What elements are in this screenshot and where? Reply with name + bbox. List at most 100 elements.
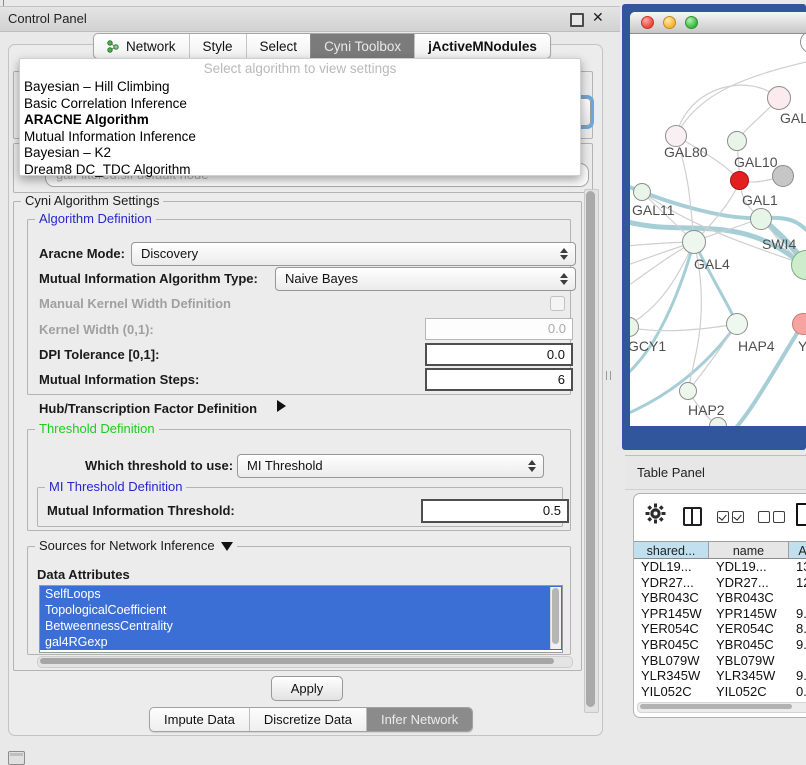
mi-steps-label: Mutual Information Steps: (39, 372, 199, 387)
document-icon[interactable] (796, 503, 806, 526)
columns-icon[interactable] (683, 507, 702, 526)
dropdown-prompt: Select algorithm to view settings (20, 61, 580, 76)
data-attributes-list: SelfLoops TopologicalCoefficient Between… (39, 585, 563, 653)
kernel-width-field: 0.0 (425, 318, 573, 340)
mi-algorithm-type-label: Mutual Information Algorithm Type: (39, 271, 258, 286)
bottom-tab-bar: Impute Data Discretize Data Infer Networ… (149, 707, 473, 732)
mi-threshold-title: MI Threshold Definition (45, 479, 186, 494)
mi-threshold-field[interactable]: 0.5 (421, 499, 569, 523)
dropdown-item[interactable]: Mutual Information Inference (20, 129, 580, 146)
tab-infer-network[interactable]: Infer Network (366, 708, 472, 731)
network-node-hap4[interactable] (726, 313, 748, 335)
mi-threshold-label: Mutual Information Threshold: (47, 503, 235, 518)
column-header-name[interactable]: name (709, 541, 789, 559)
network-view-frame: GAL GAL80 GAL10 GAL1 GAL11 SWI4 GAL4 GCY… (622, 4, 806, 450)
table-horizontal-scrollbar[interactable] (637, 702, 806, 713)
tab-select[interactable]: Select (246, 34, 311, 58)
checkbox-checked-icon[interactable] (717, 511, 729, 523)
network-node-gal10[interactable] (727, 131, 747, 151)
sources-title[interactable]: Sources for Network Inference (35, 538, 237, 553)
hub-definition-expander-label[interactable]: Hub/Transcription Factor Definition (39, 401, 257, 416)
float-window-icon[interactable] (570, 13, 584, 27)
settings-horizontal-scrollbar[interactable] (37, 656, 573, 668)
manual-kernel-width-label: Manual Kernel Width Definition (39, 296, 231, 311)
dpi-tolerance-field[interactable]: 0.0 (425, 343, 573, 366)
mac-close-icon[interactable] (641, 16, 654, 29)
node-label: HAP4 (738, 338, 775, 354)
cyni-toolbox-panel: galFiltered.sif default node Select algo… (8, 44, 603, 736)
apply-button[interactable]: Apply (271, 676, 343, 701)
checkbox-unchecked-icon[interactable] (758, 511, 770, 523)
data-attributes-label: Data Attributes (37, 567, 130, 582)
which-threshold-combo[interactable]: MI Threshold (237, 454, 544, 478)
table-row[interactable]: YBR045CYBR045C9. (634, 637, 806, 653)
node-label: GAL11 (632, 202, 675, 218)
splitter-handle[interactable] (606, 371, 611, 380)
expander-right-arrow-icon[interactable] (277, 400, 286, 412)
attribute-item-selected[interactable]: TopologicalCoefficient (40, 602, 562, 618)
dropdown-item-selected[interactable]: ARACNE Algorithm (20, 112, 580, 129)
attribute-item-selected[interactable]: gal4RGexp (40, 634, 562, 650)
attribute-item-selected[interactable]: BetweennessCentrality (40, 618, 562, 634)
table-panel-title: Table Panel (637, 465, 705, 480)
tab-style[interactable]: Style (189, 34, 246, 58)
dropdown-item[interactable]: Basic Correlation Inference (20, 96, 580, 113)
mac-zoom-icon[interactable] (685, 16, 698, 29)
table-row[interactable]: YBR043CYBR043C (634, 590, 806, 606)
network-node[interactable] (767, 86, 791, 110)
tab-discretize-data[interactable]: Discretize Data (249, 708, 366, 731)
network-canvas[interactable]: GAL GAL80 GAL10 GAL1 GAL11 SWI4 GAL4 GCY… (630, 34, 806, 426)
combo-arrows-icon (560, 247, 568, 261)
network-graph-icon (107, 40, 120, 53)
network-node-gal4[interactable] (682, 230, 706, 254)
screenshot-root: { "control_panel": { "title": "Control P… (0, 0, 806, 762)
node-label: GAL (780, 110, 806, 126)
dropdown-item[interactable]: Dream8 DC_TDC Algorithm (20, 162, 580, 179)
node-label: Y (798, 338, 806, 354)
tab-network[interactable]: Network (94, 34, 189, 58)
column-header-partial[interactable]: A (789, 541, 806, 559)
combo-arrows-icon (560, 272, 568, 286)
table-row[interactable]: YBL079WYBL079W (634, 653, 806, 669)
network-node-gal1-red[interactable] (730, 171, 749, 190)
column-header-shared-name[interactable]: shared... (634, 541, 709, 559)
dropdown-item[interactable]: Bayesian – K2 (20, 145, 580, 162)
network-window-titlebar[interactable] (630, 12, 806, 34)
restore-panel-icon[interactable] (8, 751, 25, 765)
attribute-list-scrollbar[interactable] (550, 587, 561, 649)
collapse-down-arrow-icon[interactable] (221, 542, 233, 551)
attribute-item-selected[interactable]: SelfLoops (40, 586, 562, 602)
table-row[interactable]: YER054CYER054C8. (634, 621, 806, 637)
table-panel-titlebar: Table Panel (625, 455, 806, 490)
mi-steps-field[interactable]: 6 (425, 368, 573, 391)
table-row[interactable]: YDR27...YDR27...12 (634, 575, 806, 591)
settings-vertical-scrollbar[interactable] (584, 189, 599, 713)
tab-impute-data[interactable]: Impute Data (150, 708, 249, 731)
network-node-swi4[interactable] (750, 208, 772, 230)
algorithm-definition-title: Algorithm Definition (35, 211, 156, 226)
node-label: HAP2 (688, 402, 725, 418)
tab-cyni-toolbox[interactable]: Cyni Toolbox (310, 34, 414, 58)
control-panel-title: Control Panel (8, 11, 87, 26)
checkbox-checked-icon[interactable] (732, 511, 744, 523)
table-body: YDL19...YDL19...13 YDR27...YDR27...12 YB… (634, 559, 806, 700)
mi-algorithm-type-combo[interactable]: Naive Bayes (275, 267, 576, 291)
table-row[interactable]: YIL052CYIL052C0. (634, 684, 806, 700)
threshold-definition-title: Threshold Definition (35, 421, 159, 436)
network-node-hap2[interactable] (679, 382, 697, 400)
combo-arrows-icon (528, 459, 536, 473)
cyni-algorithm-settings-title: Cyni Algorithm Settings (21, 193, 163, 208)
checkbox-unchecked-icon[interactable] (773, 511, 785, 523)
table-row[interactable]: YDL19...YDL19...13 (634, 559, 806, 575)
dropdown-item-list: Bayesian – Hill Climbing Basic Correlati… (20, 79, 580, 178)
dropdown-item[interactable]: Bayesian – Hill Climbing (20, 79, 580, 96)
tab-jactivemnodules[interactable]: jActiveMNodules (414, 34, 550, 58)
table-row[interactable]: YLR345WYLR345W9. (634, 668, 806, 684)
network-node-gal11[interactable] (633, 183, 651, 201)
table-row[interactable]: YPR145WYPR145W9. (634, 606, 806, 622)
table-panel-card: shared... name A YDL19...YDL19...13 YDR2… (633, 493, 806, 718)
close-icon[interactable]: ✕ (592, 9, 604, 26)
node-label: GAL10 (734, 154, 778, 170)
aracne-mode-combo[interactable]: Discovery (131, 242, 576, 266)
mac-minimize-icon[interactable] (663, 16, 676, 29)
